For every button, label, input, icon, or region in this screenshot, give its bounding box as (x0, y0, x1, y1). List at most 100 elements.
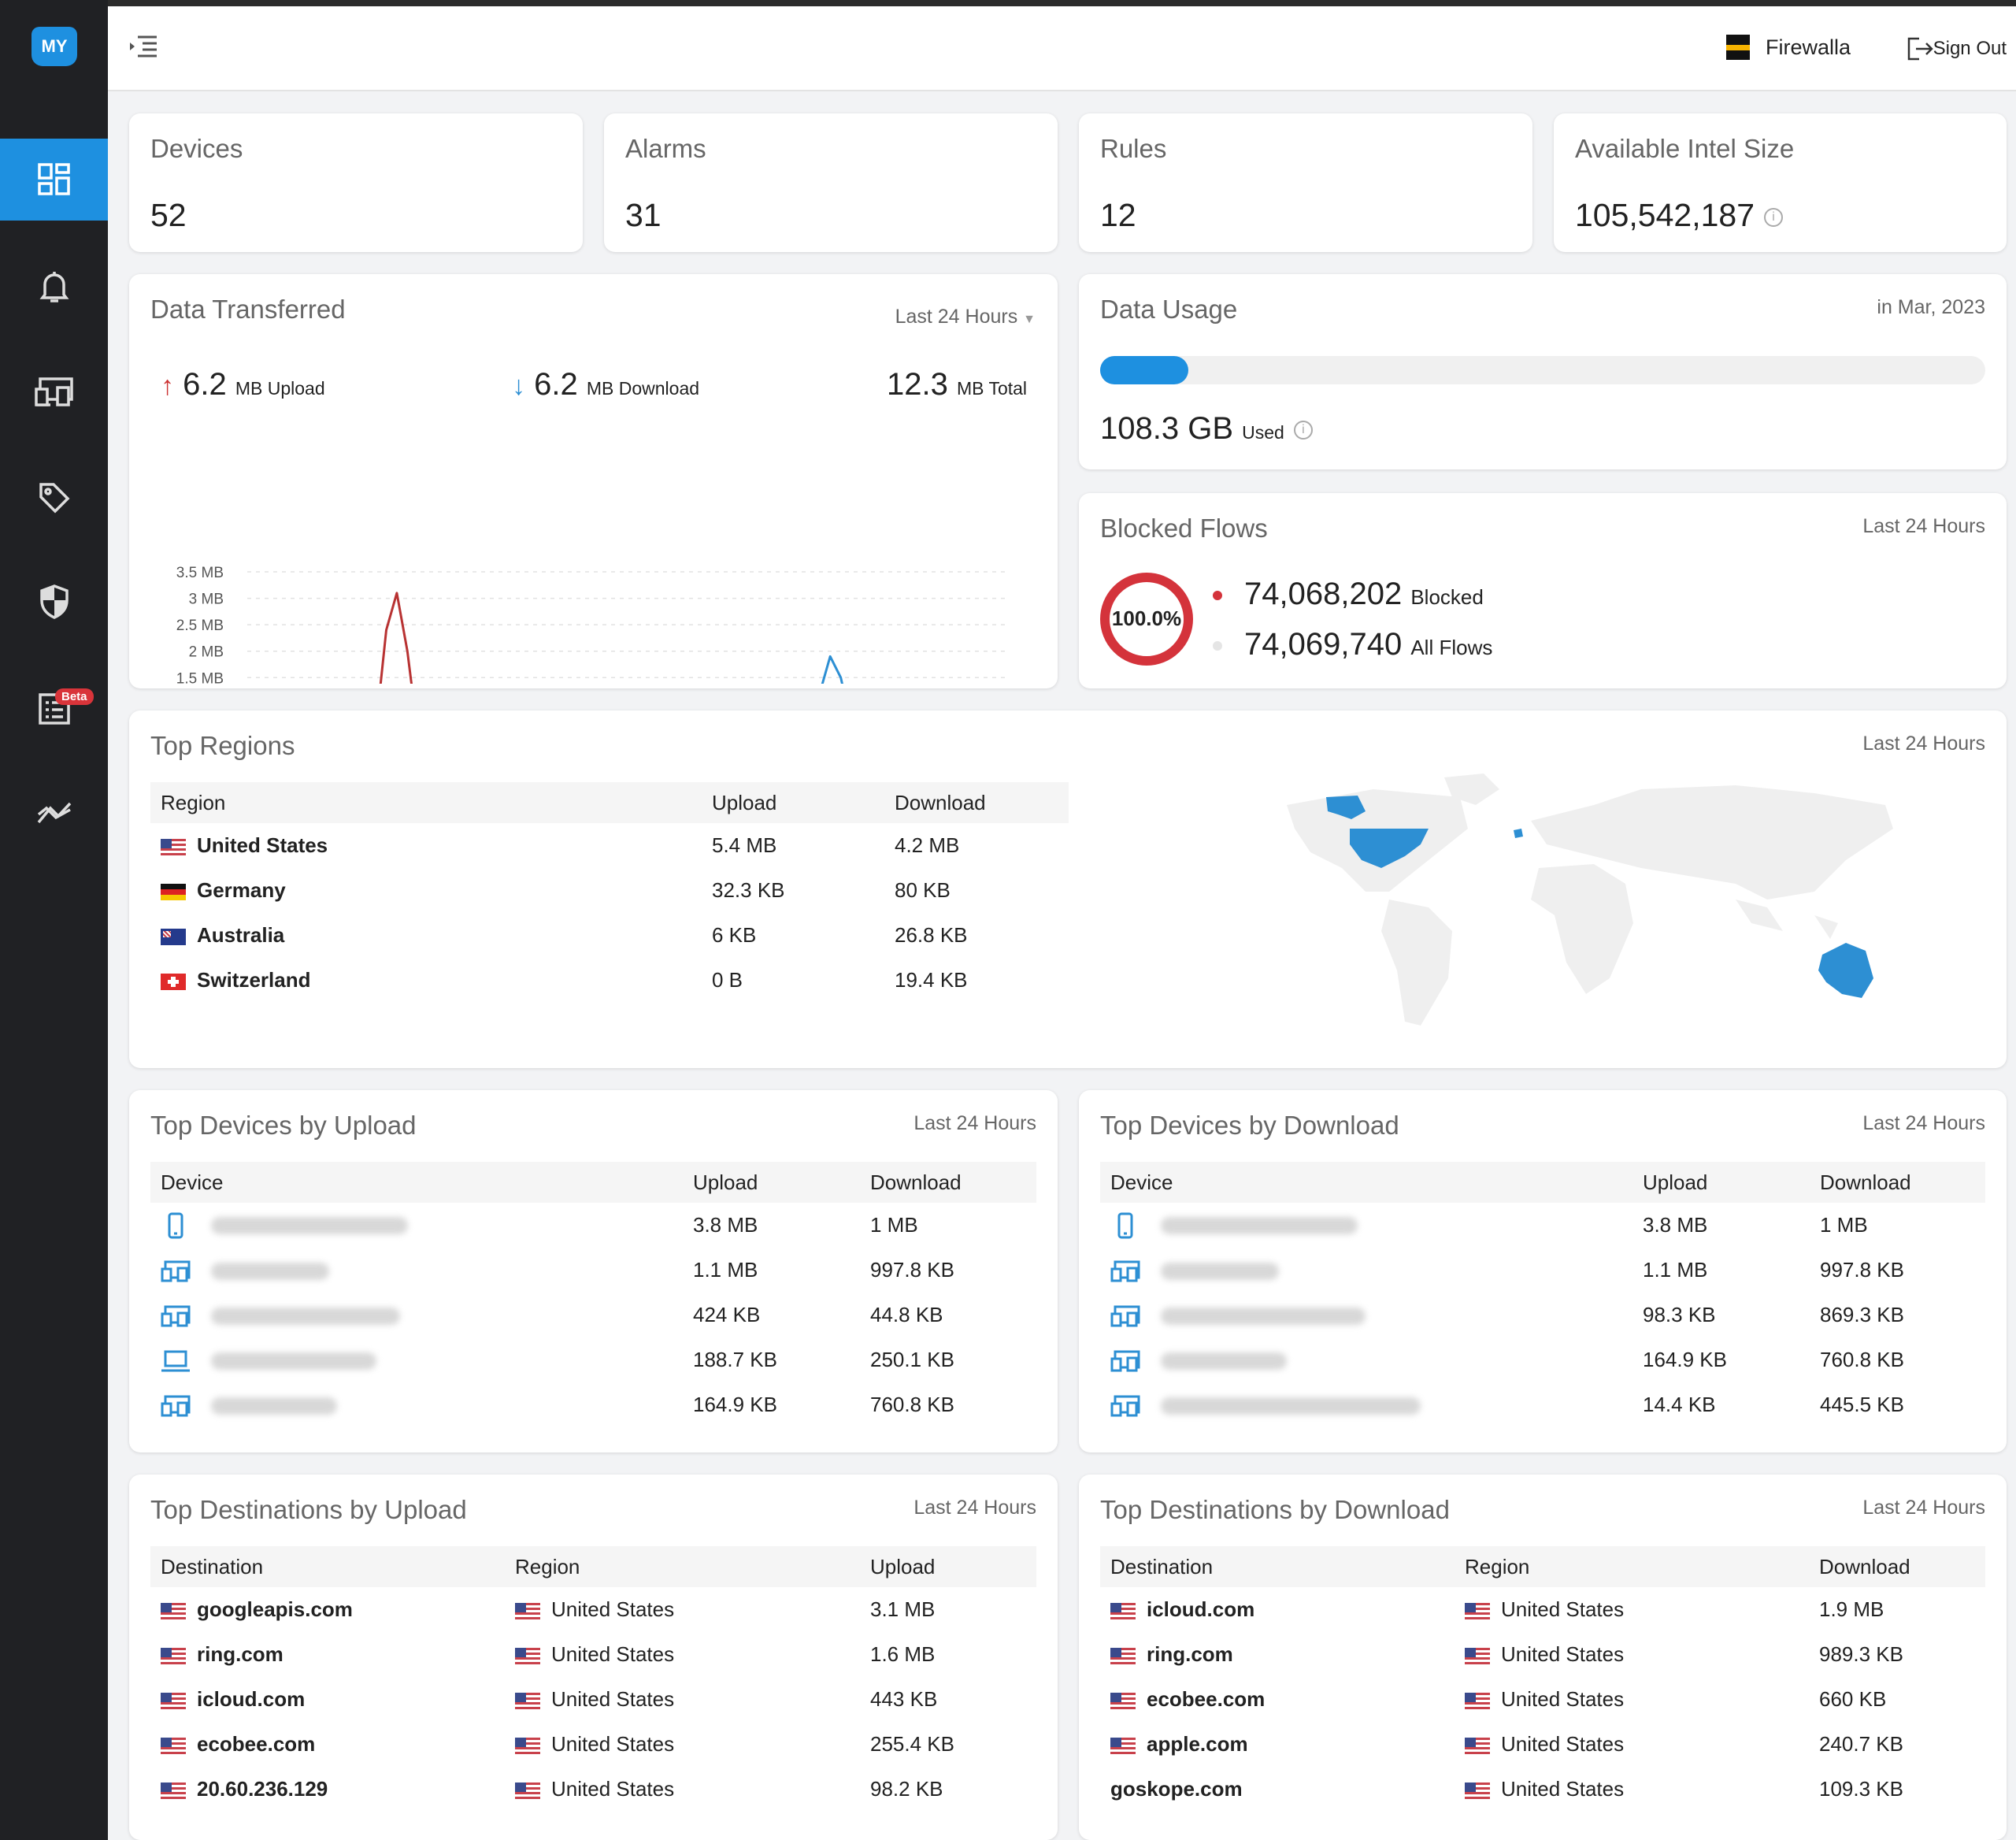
devices-card[interactable]: Devices 52 (129, 113, 583, 252)
period-label: Last 24 Hours (895, 306, 1018, 328)
nav-dashboard[interactable] (0, 139, 108, 221)
dashboard-icon (37, 163, 70, 195)
sign-out-button[interactable]: Sign Out (1907, 36, 2007, 61)
region-name: United States (197, 833, 328, 857)
rules-card[interactable]: Rules 12 (1079, 113, 1532, 252)
table-row[interactable]: United States 5.4 MB 4.2 MB (150, 823, 1069, 868)
table-row[interactable]: googleapis.com United States 3.1 MB (150, 1587, 1036, 1632)
total-label: MB Total (956, 378, 1028, 399)
table-row[interactable]: apple.com United States 240.7 KB (1100, 1722, 1985, 1767)
table-row[interactable]: 164.9 KB 760.8 KB (150, 1382, 1036, 1427)
col-region[interactable]: Region (1455, 1546, 1809, 1587)
table-row[interactable]: ecobee.com United States 660 KB (1100, 1677, 1985, 1722)
col-download[interactable]: Download (884, 782, 1069, 823)
upload-cell: 0 B (712, 968, 743, 992)
table-header: Destination Region Upload (150, 1546, 1036, 1587)
network-selector[interactable]: Firewalla (1725, 35, 1851, 60)
col-device[interactable]: Device (1100, 1162, 1632, 1203)
col-upload[interactable]: Upload (860, 1546, 1036, 1587)
device-name-redacted (1161, 1262, 1279, 1280)
col-destination[interactable]: Destination (150, 1546, 505, 1587)
col-download[interactable]: Download (860, 1162, 1036, 1203)
destination-name: 20.60.236.129 (197, 1777, 328, 1801)
card-label: Devices (150, 134, 243, 163)
us-flag-icon (515, 1692, 540, 1709)
table-row[interactable]: 164.9 KB 760.8 KB (1100, 1337, 1985, 1382)
nav-alarms[interactable] (0, 246, 108, 328)
region-cell: United States (551, 1642, 675, 1666)
nav-devices[interactable] (0, 351, 108, 433)
upload-value: 6.2 (183, 367, 227, 402)
us-flag-icon (161, 1737, 186, 1754)
sidebar: MY Beta (0, 0, 108, 1840)
us-flag-icon (1465, 1647, 1490, 1664)
devices-icon (161, 1260, 191, 1282)
table-row[interactable]: 1.1 MB 997.8 KB (150, 1248, 1036, 1293)
col-upload[interactable]: Upload (702, 782, 884, 823)
table-row[interactable]: ecobee.com United States 255.4 KB (150, 1722, 1036, 1767)
download-series-line (821, 655, 843, 684)
download-cell: 1 MB (870, 1213, 918, 1237)
beta-badge: Beta (55, 688, 94, 705)
col-region[interactable]: Region (150, 782, 702, 823)
table-row[interactable]: Australia 6 KB 26.8 KB (150, 913, 1069, 958)
table-row[interactable]: 14.4 KB 445.5 KB (1100, 1382, 1985, 1427)
table-row[interactable]: 3.8 MB 1 MB (1100, 1203, 1985, 1248)
table-row[interactable]: goskope.com United States 109.3 KB (1100, 1767, 1985, 1812)
menu-toggle-icon[interactable] (128, 35, 158, 58)
table-row[interactable]: icloud.com United States 1.9 MB (1100, 1587, 1985, 1632)
table-row[interactable]: 188.7 KB 250.1 KB (150, 1337, 1036, 1382)
upload-label: MB Upload (235, 378, 325, 399)
col-download[interactable]: Download (1810, 1162, 1985, 1203)
nav-rules[interactable] (0, 457, 108, 539)
col-region[interactable]: Region (505, 1546, 860, 1587)
usage-bar-track (1100, 356, 1985, 384)
card-period: Last 24 Hours (1862, 733, 1985, 755)
table-row[interactable]: 20.60.236.129 United States 98.2 KB (150, 1767, 1036, 1812)
table-row[interactable]: 1.1 MB 997.8 KB (1100, 1248, 1985, 1293)
card-value: 31 (625, 197, 662, 233)
table-row[interactable]: icloud.com United States 443 KB (150, 1677, 1036, 1722)
table-row[interactable]: 98.3 KB 869.3 KB (1100, 1293, 1985, 1337)
col-upload[interactable]: Upload (1632, 1162, 1810, 1203)
download-cell: 1 MB (1820, 1213, 1868, 1237)
nav-trends[interactable] (0, 772, 108, 854)
col-device[interactable]: Device (150, 1162, 683, 1203)
period-dropdown[interactable]: Last 24 Hours ▼ (895, 306, 1036, 328)
table-row[interactable]: Switzerland 0 B 19.4 KB (150, 958, 1069, 1003)
table-row[interactable]: Germany 32.3 KB 80 KB (150, 868, 1069, 913)
nav-security[interactable] (0, 561, 108, 643)
col-upload[interactable]: Upload (683, 1162, 860, 1203)
upload-cell: 164.9 KB (1643, 1348, 1727, 1371)
usage-bar-fill (1100, 356, 1189, 384)
nav-reports[interactable]: Beta (0, 666, 108, 748)
window-top-edge (0, 0, 2016, 6)
all-flows-legend-dot (1213, 641, 1222, 651)
upload-cell: 32.3 KB (712, 878, 785, 902)
data-usage-card: Data Usage in Mar, 2023 108.3 GB Used i (1079, 274, 2007, 469)
total-stat: 12.3 MB Total (887, 367, 1027, 402)
info-icon[interactable]: i (1293, 421, 1313, 440)
table-row[interactable]: ring.com United States 1.6 MB (150, 1632, 1036, 1677)
app-logo[interactable]: MY (32, 27, 77, 66)
table-row[interactable]: 424 KB 44.8 KB (150, 1293, 1036, 1337)
transfer-line-chart[interactable]: 3.5 MB3 MB2.5 MB2 MB1.5 MB1 MB500 KB0 B4… (129, 432, 1058, 684)
table-row[interactable]: 3.8 MB 1 MB (150, 1203, 1036, 1248)
us-flag-icon (1465, 1782, 1490, 1799)
download-cell: 109.3 KB (1819, 1777, 1903, 1801)
upload-cell: 255.4 KB (870, 1732, 954, 1756)
upload-cell: 188.7 KB (693, 1348, 777, 1371)
info-icon[interactable]: i (1764, 208, 1784, 228)
col-destination[interactable]: Destination (1100, 1546, 1455, 1587)
upload-cell: 5.4 MB (712, 833, 777, 857)
table-row[interactable]: ring.com United States 989.3 KB (1100, 1632, 1985, 1677)
upload-cell: 1.1 MB (693, 1258, 758, 1282)
col-download[interactable]: Download (1809, 1546, 1985, 1587)
phone-icon (1117, 1212, 1133, 1239)
devices-icon (1110, 1305, 1140, 1327)
alarms-card[interactable]: Alarms 31 (604, 113, 1058, 252)
us-flag-icon (161, 1647, 186, 1664)
world-map[interactable] (1263, 773, 1925, 1041)
card-title: Top Regions (150, 731, 295, 760)
destination-name: ecobee.com (197, 1732, 316, 1756)
